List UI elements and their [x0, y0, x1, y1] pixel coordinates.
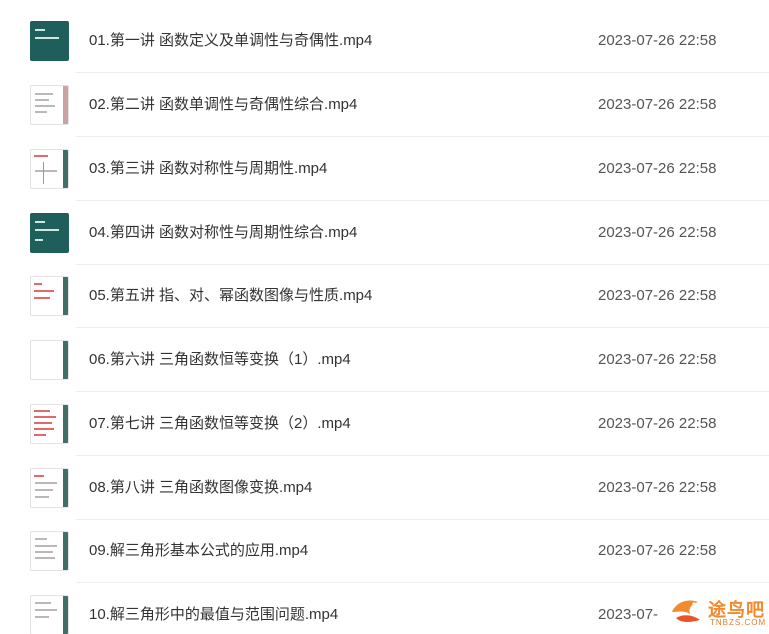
video-thumbnail-icon[interactable]: [30, 21, 69, 61]
video-thumbnail-icon[interactable]: [30, 468, 69, 508]
file-name[interactable]: 04.第四讲 函数对称性与周期性综合.mp4: [89, 201, 357, 265]
file-row[interactable]: 10.解三角形中的最值与范围问题.mp4 2023-07-: [0, 583, 769, 634]
file-name[interactable]: 07.第七讲 三角函数恒等变换（2）.mp4: [89, 392, 351, 456]
file-date: 2023-07-26 22:58: [598, 160, 717, 177]
video-thumbnail-icon[interactable]: [30, 85, 69, 125]
file-row[interactable]: 02.第二讲 函数单调性与奇偶性综合.mp4 2023-07-26 22:58: [0, 73, 769, 137]
file-row[interactable]: 07.第七讲 三角函数恒等变换（2）.mp4 2023-07-26 22:58: [0, 392, 769, 456]
video-thumbnail-icon[interactable]: [30, 276, 69, 316]
file-name[interactable]: 06.第六讲 三角函数恒等变换（1）.mp4: [89, 328, 351, 392]
file-name[interactable]: 05.第五讲 指、对、幂函数图像与性质.mp4: [89, 264, 372, 328]
file-list: 01.第一讲 函数定义及单调性与奇偶性.mp4 2023-07-26 22:58…: [0, 0, 769, 634]
file-row[interactable]: 06.第六讲 三角函数恒等变换（1）.mp4 2023-07-26 22:58: [0, 328, 769, 392]
file-name[interactable]: 08.第八讲 三角函数图像变换.mp4: [89, 456, 312, 520]
file-row[interactable]: 01.第一讲 函数定义及单调性与奇偶性.mp4 2023-07-26 22:58: [0, 9, 769, 73]
file-date: 2023-07-26 22:58: [598, 351, 717, 368]
file-row[interactable]: 09.解三角形基本公式的应用.mp4 2023-07-26 22:58: [0, 519, 769, 583]
file-date: 2023-07-26 22:58: [598, 542, 717, 559]
file-name[interactable]: 10.解三角形中的最值与范围问题.mp4: [89, 583, 338, 634]
file-name[interactable]: 09.解三角形基本公式的应用.mp4: [89, 519, 308, 583]
file-row[interactable]: 05.第五讲 指、对、幂函数图像与性质.mp4 2023-07-26 22:58: [0, 264, 769, 328]
watermark-subtitle: TNBZS.COM: [710, 618, 767, 627]
file-date: 2023-07-: [598, 606, 659, 623]
video-thumbnail-icon[interactable]: [30, 531, 69, 571]
file-date: 2023-07-26 22:58: [598, 479, 717, 496]
file-date: 2023-07-26 22:58: [598, 415, 717, 432]
file-row[interactable]: 04.第四讲 函数对称性与周期性综合.mp4 2023-07-26 22:58: [0, 201, 769, 265]
file-row[interactable]: 08.第八讲 三角函数图像变换.mp4 2023-07-26 22:58: [0, 456, 769, 520]
watermark: 途鸟吧 TNBZS.COM: [668, 590, 768, 634]
file-date: 2023-07-26 22:58: [598, 32, 717, 49]
file-name[interactable]: 01.第一讲 函数定义及单调性与奇偶性.mp4: [89, 9, 372, 73]
file-name[interactable]: 03.第三讲 函数对称性与周期性.mp4: [89, 137, 327, 201]
file-date: 2023-07-26 22:58: [598, 287, 717, 304]
file-date: 2023-07-26 22:58: [598, 96, 717, 113]
file-date: 2023-07-26 22:58: [598, 224, 717, 241]
file-name[interactable]: 02.第二讲 函数单调性与奇偶性综合.mp4: [89, 73, 357, 137]
video-thumbnail-icon[interactable]: [30, 213, 69, 253]
video-thumbnail-icon[interactable]: [30, 340, 69, 380]
bird-logo-icon: [672, 600, 700, 622]
file-row[interactable]: 03.第三讲 函数对称性与周期性.mp4 2023-07-26 22:58: [0, 137, 769, 201]
video-thumbnail-icon[interactable]: [30, 595, 69, 634]
video-thumbnail-icon[interactable]: [30, 149, 69, 189]
video-thumbnail-icon[interactable]: [30, 404, 69, 444]
